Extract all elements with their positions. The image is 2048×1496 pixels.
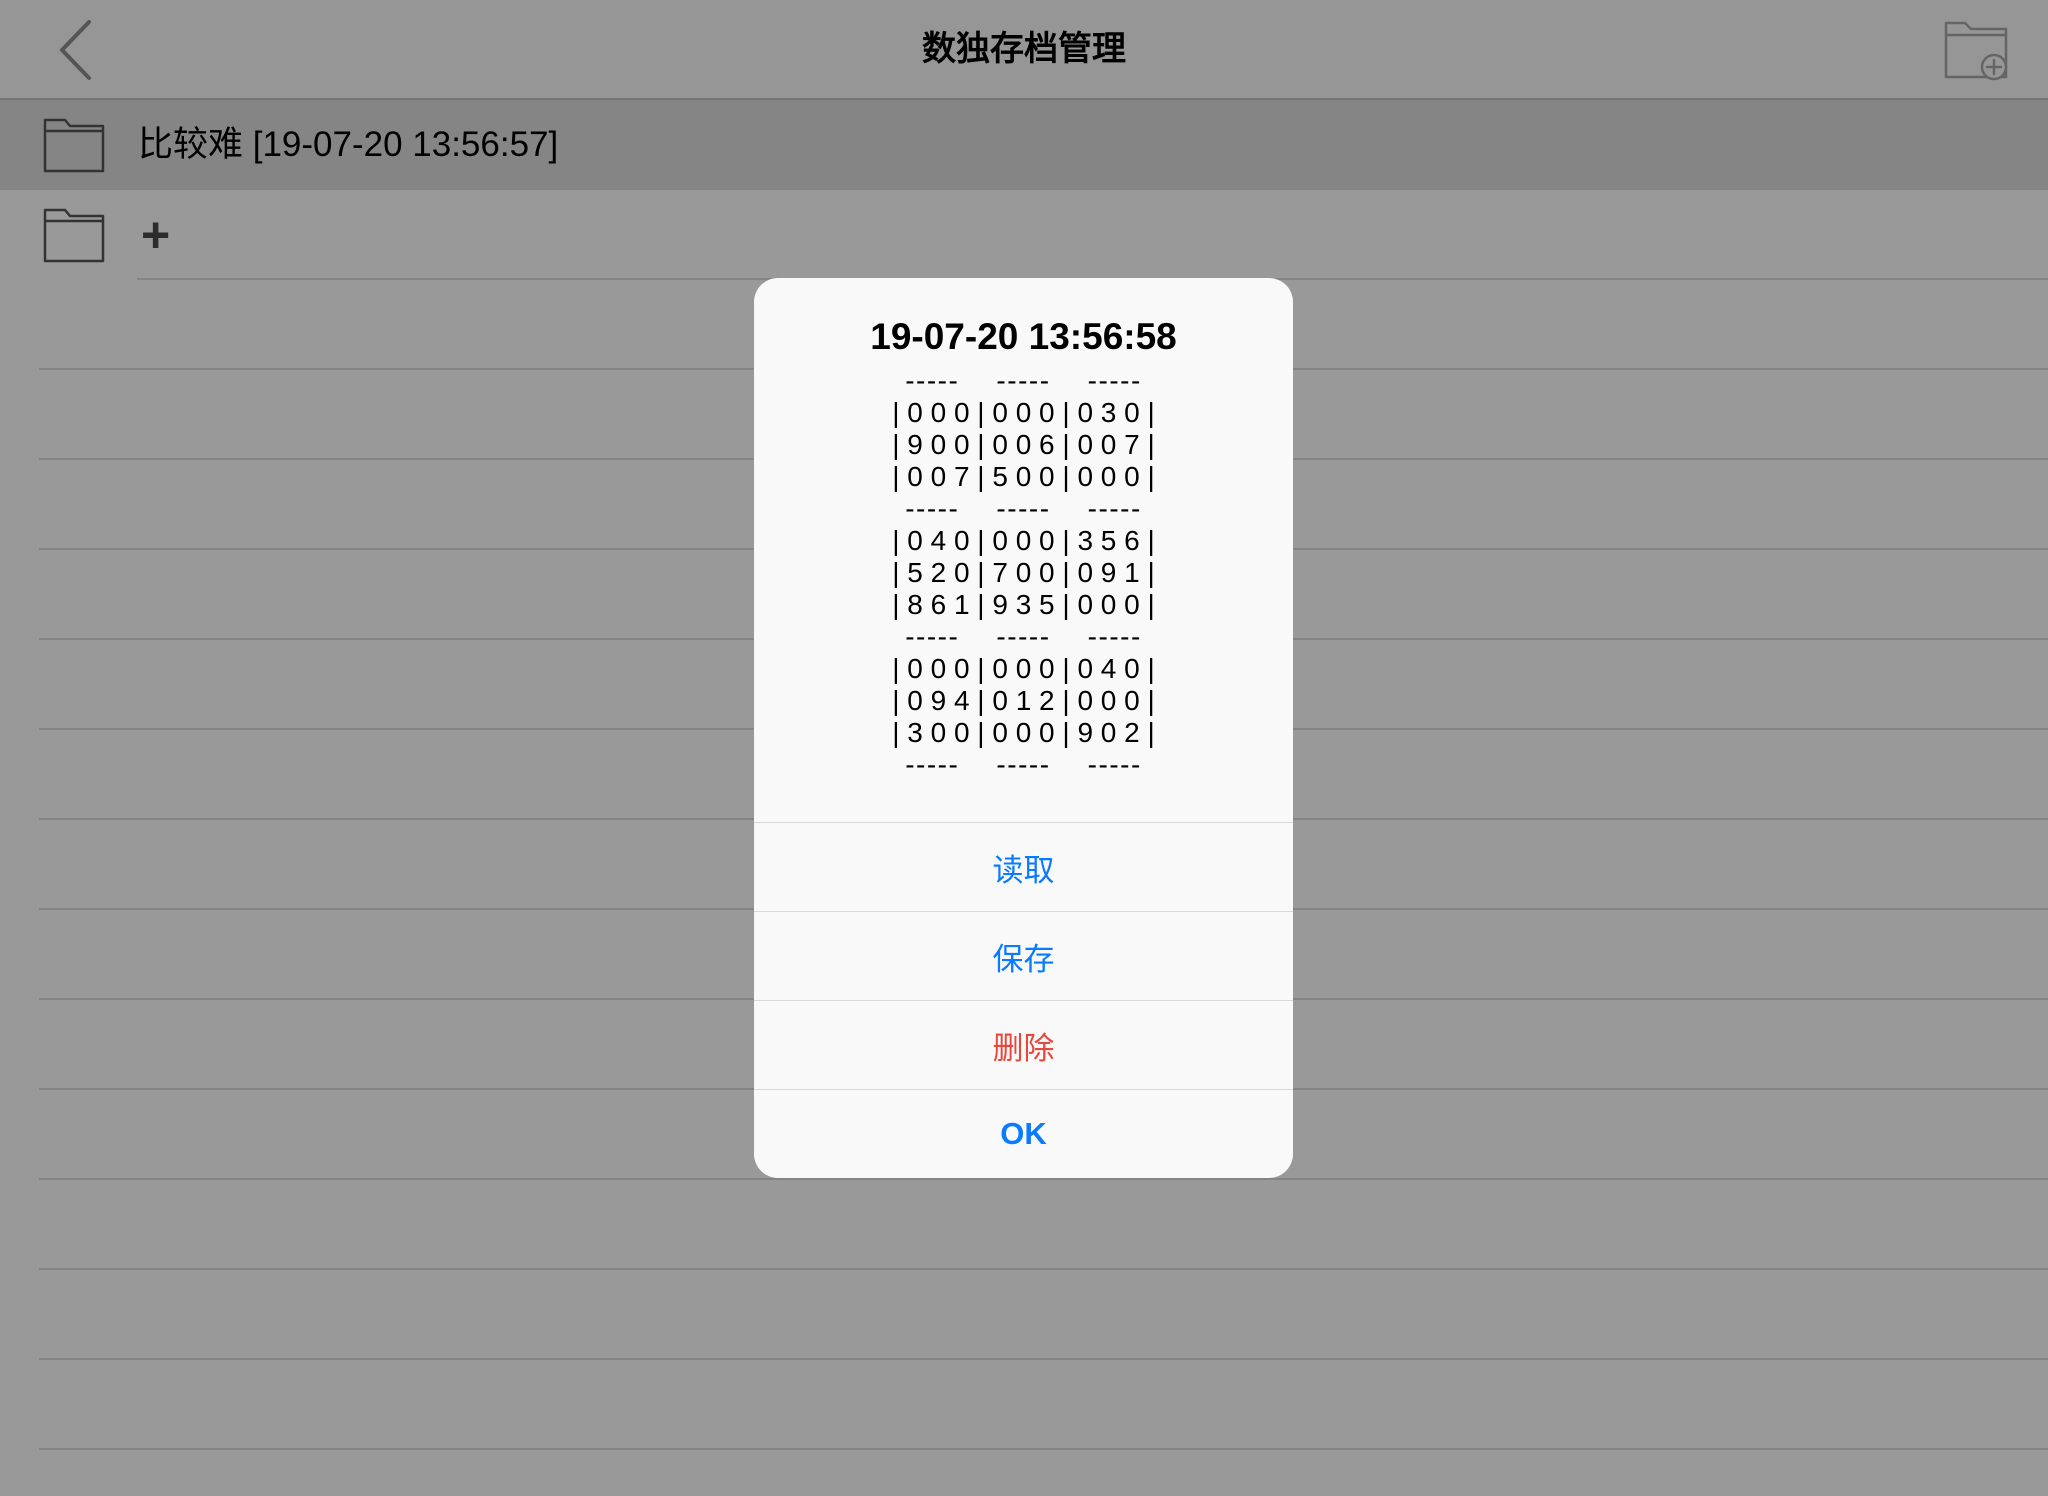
message-line: ----- ----- ----- (905, 493, 1142, 524)
load-button[interactable]: 读取 (754, 822, 1293, 911)
message-line: | 0 9 4 | 0 1 2 | 0 0 0 | (892, 685, 1155, 716)
save-button[interactable]: 保存 (754, 911, 1293, 1000)
alert-message: ----- ----- ----- | 0 0 0 | 0 0 0 | 0 3 … (774, 365, 1273, 781)
message-line: | 0 0 0 | 0 0 0 | 0 4 0 | (892, 653, 1155, 684)
delete-button[interactable]: 删除 (754, 1000, 1293, 1089)
message-line: ----- ----- ----- (905, 749, 1142, 780)
message-line: ----- ----- ----- (905, 365, 1142, 396)
alert-dialog: 19-07-20 13:56:58 ----- ----- ----- | 0 … (754, 278, 1293, 1178)
alert-content: 19-07-20 13:56:58 ----- ----- ----- | 0 … (754, 278, 1293, 822)
ok-button[interactable]: OK (754, 1089, 1293, 1178)
message-line: | 0 0 0 | 0 0 0 | 0 3 0 | (892, 397, 1155, 428)
alert-actions: 读取 保存 删除 OK (754, 822, 1293, 1178)
message-line: | 3 0 0 | 0 0 0 | 9 0 2 | (892, 717, 1155, 748)
message-line: | 0 0 7 | 5 0 0 | 0 0 0 | (892, 461, 1155, 492)
message-line: ----- ----- ----- (905, 621, 1142, 652)
message-line: | 0 4 0 | 0 0 0 | 3 5 6 | (892, 525, 1155, 556)
message-line: | 9 0 0 | 0 0 6 | 0 0 7 | (892, 429, 1155, 460)
message-line: | 8 6 1 | 9 3 5 | 0 0 0 | (892, 589, 1155, 620)
message-line: | 5 2 0 | 7 0 0 | 0 9 1 | (892, 557, 1155, 588)
alert-title: 19-07-20 13:56:58 (870, 316, 1177, 357)
